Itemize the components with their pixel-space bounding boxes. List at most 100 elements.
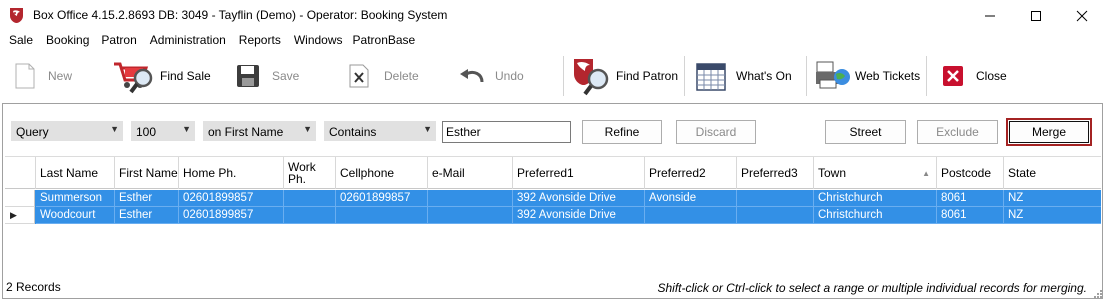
minimize-icon	[985, 15, 995, 16]
chevron-down-icon: ▼	[110, 124, 119, 134]
row-selector[interactable]: ▶	[5, 207, 35, 224]
cell-cellphone	[336, 207, 428, 224]
shopping-cart-search-icon	[114, 62, 153, 94]
menu-booking[interactable]: Booking	[46, 31, 89, 51]
toolbar-separator	[926, 56, 927, 96]
app-logo-icon	[10, 8, 23, 23]
web-tickets-button[interactable]: Web Tickets	[815, 51, 920, 101]
close-window-button[interactable]	[1059, 0, 1105, 31]
search-value-input[interactable]: Esther	[442, 121, 571, 143]
find-sale-button[interactable]: Find Sale	[112, 51, 211, 101]
cell-work-phone	[284, 207, 336, 224]
delete-button[interactable]: Delete	[348, 51, 419, 101]
column-header-preferred2[interactable]: Preferred2	[645, 157, 737, 189]
query-combo[interactable]: Query ▼	[11, 121, 123, 141]
operator-combo[interactable]: Contains ▼	[324, 121, 436, 141]
field-combo[interactable]: on First Name ▼	[203, 121, 316, 141]
column-header-cellphone[interactable]: Cellphone	[336, 157, 428, 189]
column-header-home-phone[interactable]: Home Ph.	[179, 157, 284, 189]
cell-town: Christchurch	[814, 207, 937, 224]
table-row[interactable]: Summerson Esther 02601899857 02601899857…	[5, 190, 1101, 207]
cell-email	[428, 207, 513, 224]
cell-postcode: 8061	[937, 190, 1004, 207]
menu-administration[interactable]: Administration	[150, 31, 226, 51]
merge-button[interactable]: Merge	[1006, 118, 1092, 146]
cell-home-phone: 02601899857	[179, 190, 284, 207]
window-title: Box Office 4.15.2.8693 DB: 3049 - Tayfli…	[33, 8, 448, 22]
column-header-last-name[interactable]: Last Name	[36, 157, 115, 189]
toolbar-separator	[806, 56, 807, 96]
undo-arrow-icon	[460, 69, 484, 83]
cell-preferred3	[737, 190, 814, 207]
column-header-town-label: Town	[818, 166, 847, 180]
cell-email	[428, 190, 513, 207]
close-button[interactable]: Close	[942, 51, 1007, 101]
grid-header: Last Name First Name Home Ph. Work Ph. C…	[5, 157, 1101, 189]
maximize-button[interactable]	[1013, 0, 1059, 31]
menu-bar: Sale Booking Patron Administration Repor…	[0, 31, 1105, 51]
merge-hint: Shift-click or Ctrl-click to select a ra…	[657, 281, 1088, 295]
chevron-down-icon: ▼	[423, 124, 432, 134]
toolbar-separator	[684, 56, 685, 96]
row-selector[interactable]	[5, 190, 35, 207]
delete-document-icon	[349, 64, 369, 88]
cell-preferred1: 392 Avonside Drive	[513, 207, 645, 224]
cell-town: Christchurch	[814, 190, 937, 207]
menu-patronbase[interactable]: PatronBase	[353, 31, 416, 51]
column-header-first-name[interactable]: First Name	[115, 157, 179, 189]
cell-state: NZ	[1004, 207, 1101, 224]
limit-combo[interactable]: 100 ▼	[131, 121, 195, 141]
resize-grip-icon[interactable]	[1093, 289, 1103, 299]
table-row[interactable]: ▶ Woodcourt Esther 02601899857 392 Avons…	[5, 207, 1101, 224]
refine-button[interactable]: Refine	[582, 120, 662, 144]
cell-preferred3	[737, 207, 814, 224]
cell-state: NZ	[1004, 190, 1101, 207]
minimize-button[interactable]	[967, 0, 1013, 31]
cell-last-name: Woodcourt	[36, 207, 115, 224]
cell-postcode: 8061	[937, 207, 1004, 224]
column-header-preferred1[interactable]: Preferred1	[513, 157, 645, 189]
cell-preferred1: 392 Avonside Drive	[513, 190, 645, 207]
toolbar: New Find Sale Save Delete Undo Find Patr…	[0, 51, 1105, 101]
current-row-arrow-icon: ▶	[10, 210, 17, 220]
column-header-preferred3[interactable]: Preferred3	[737, 157, 814, 189]
whats-on-button[interactable]: What's On	[696, 51, 792, 101]
column-header-work-phone[interactable]: Work Ph.	[284, 157, 336, 189]
cell-last-name: Summerson	[36, 190, 115, 207]
chevron-down-icon: ▼	[303, 124, 312, 134]
menu-windows[interactable]: Windows	[294, 31, 343, 51]
new-button[interactable]: New	[14, 51, 72, 101]
cell-home-phone: 02601899857	[179, 207, 284, 224]
cell-work-phone	[284, 190, 336, 207]
patron-results-grid[interactable]: Last Name First Name Home Ph. Work Ph. C…	[5, 156, 1101, 272]
toolbar-separator	[563, 56, 564, 96]
patron-query-panel: Query ▼ 100 ▼ on First Name ▼ Contains ▼…	[2, 103, 1103, 299]
column-header-state[interactable]: State	[1004, 157, 1101, 189]
find-patron-button[interactable]: Find Patron	[571, 51, 678, 101]
undo-button[interactable]: Undo	[458, 51, 524, 101]
street-button[interactable]: Street	[825, 120, 906, 144]
discard-button[interactable]: Discard	[676, 120, 756, 144]
cell-cellphone: 02601899857	[336, 190, 428, 207]
maximize-icon	[1031, 10, 1041, 21]
cell-first-name: Esther	[115, 207, 179, 224]
close-icon	[1076, 10, 1088, 21]
record-count: 2 Records	[6, 280, 61, 294]
calendar-icon	[696, 63, 726, 91]
exclude-button[interactable]: Exclude	[917, 120, 998, 144]
cell-preferred2	[645, 207, 737, 224]
cell-first-name: Esther	[115, 190, 179, 207]
web-tickets-printer-icon	[816, 61, 850, 89]
patron-search-icon	[574, 59, 609, 96]
column-header-town[interactable]: Town ▲	[814, 157, 937, 189]
column-header-email[interactable]: e-Mail	[428, 157, 513, 189]
menu-reports[interactable]: Reports	[239, 31, 281, 51]
menu-sale[interactable]: Sale	[9, 31, 33, 51]
column-header-postcode[interactable]: Postcode	[937, 157, 1004, 189]
sort-ascending-icon: ▲	[922, 169, 930, 178]
save-button[interactable]: Save	[236, 51, 299, 101]
save-disk-icon	[237, 65, 259, 87]
row-header-corner	[5, 157, 36, 189]
menu-patron[interactable]: Patron	[101, 31, 136, 51]
title-bar: Box Office 4.15.2.8693 DB: 3049 - Tayfli…	[0, 0, 1105, 31]
